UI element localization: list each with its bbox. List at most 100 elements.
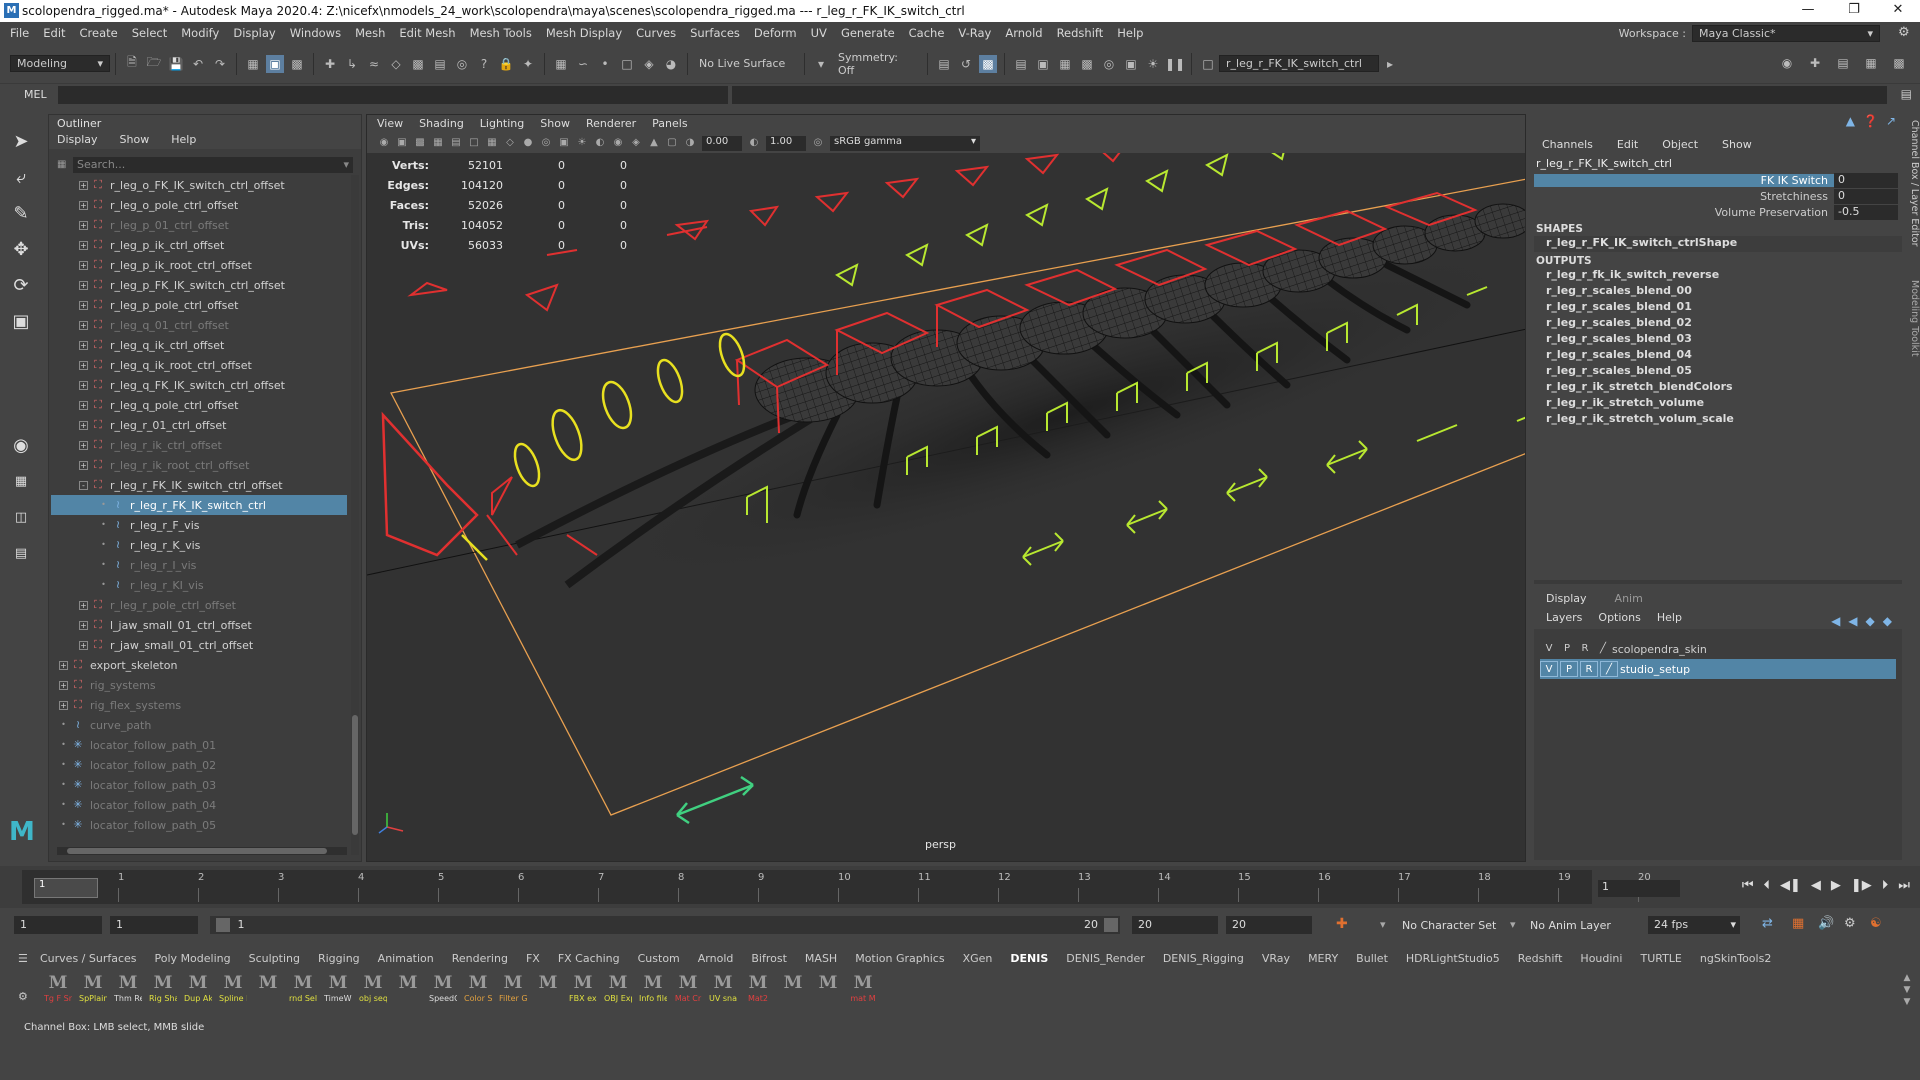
scrollbar-thumb[interactable] [352,715,358,835]
lock-icon[interactable]: 🔒 [497,55,515,73]
menu-redshift[interactable]: Redshift [1057,26,1104,40]
shelf-tab-rigging[interactable]: Rigging [318,952,360,965]
outliner-search-input[interactable]: Search... ▾ [73,157,353,173]
outliner-item[interactable]: + ⛶ r_leg_q_FK_IK_switch_ctrl_offset [51,375,347,395]
menu-generate[interactable]: Generate [841,26,895,40]
viewport-menu-view[interactable]: View [377,117,403,131]
shelf-button[interactable]: MUV snap [709,972,737,1010]
shelf-button[interactable]: M [814,972,842,1010]
shelf-tab-mash[interactable]: MASH [805,952,837,965]
outliner-vertical-scrollbar[interactable] [351,175,359,855]
shelf-tab-animation[interactable]: Animation [378,952,434,965]
menu-uv[interactable]: UV [811,26,827,40]
channel-box-menu-show[interactable]: Show [1722,138,1752,151]
outliner-item[interactable]: + ⛶ r_leg_q_pole_ctrl_offset [51,395,347,415]
gamma-icon[interactable]: ◐ [747,136,761,150]
outliner-item[interactable]: • ✳ locator_follow_path_02 [51,755,347,775]
layer-row[interactable]: V P R ╱ studio_setup [1540,659,1896,679]
outliner-item[interactable]: + ⛶ r_leg_o_pole_ctrl_offset [51,195,347,215]
play-forwards-icon[interactable]: ▶ [1831,878,1841,893]
layout-two-icon[interactable]: ◫ [9,506,33,530]
outliner-item[interactable]: + ⛶ rig_systems [51,675,347,695]
shelf-button[interactable]: Mobj seq [359,972,387,1010]
attribute-name[interactable]: Stretchiness [1534,190,1834,203]
mask-deform-icon[interactable]: ▩ [409,55,427,73]
shelf-tab-denis[interactable]: DENIS [1010,952,1048,965]
modeling-toolkit-icon[interactable]: ✚ [1806,54,1824,72]
history-icon[interactable]: ▤ [935,55,953,73]
step-forward-key-icon[interactable]: ⏵ [1882,878,1889,893]
loop-icon[interactable]: ⇄ [1762,916,1773,931]
shelf-settings-icon[interactable]: ⚙ [18,990,28,1003]
outliner-item[interactable]: + ⛶ r_leg_r_ik_root_ctrl_offset [51,455,347,475]
channel-box-icon[interactable]: ▲ [1846,114,1855,128]
shelf-button[interactable]: M Mat2 [744,972,772,1010]
menu-curves[interactable]: Curves [636,26,676,40]
lights-icon[interactable]: ☀ [575,136,589,150]
menuset-dropdown[interactable]: Modeling ▾ [10,55,110,72]
layer-menu-options[interactable]: Options [1598,611,1640,627]
outliner-item[interactable]: + ⛶ r_leg_q_ik_root_ctrl_offset [51,355,347,375]
shelf-tab-redshift[interactable]: Redshift [1518,952,1563,965]
shelf-button[interactable]: M [254,972,282,1010]
go-to-end-icon[interactable]: ⏭ [1898,878,1910,893]
fps-dropdown[interactable]: 24 fps ▾ [1648,916,1740,934]
outliner-item[interactable]: • ✳ locator_follow_path_01 [51,735,347,755]
shape-node[interactable]: r_leg_r_FK_IK_switch_ctrlShape [1534,236,1902,252]
viewport-menu-renderer[interactable]: Renderer [586,117,636,131]
attribute-value-field[interactable]: -0.5 [1834,204,1898,220]
outliner-item[interactable]: + ⛶ export_skeleton [51,655,347,675]
channel-box-menu-edit[interactable]: Edit [1617,138,1638,151]
attribute-editor-icon[interactable]: ▤ [1834,54,1852,72]
shelf-tab-rendering[interactable]: Rendering [452,952,508,965]
cache-icon[interactable]: ▦ [1792,916,1804,931]
new-scene-icon[interactable]: 🗎 [123,55,141,73]
expand-toggle-icon[interactable]: + [79,420,88,430]
expand-toggle-icon[interactable]: + [79,220,88,230]
shelf-tab-turtle[interactable]: TURTLE [1640,952,1681,965]
exposure-field[interactable]: 0.00 [702,135,742,151]
layer-color-swatch-icon[interactable]: ╱ [1600,661,1618,677]
expand-toggle-icon[interactable]: + [79,360,88,370]
highlight-icon[interactable]: ✦ [519,55,537,73]
output-node[interactable]: r_leg_r_ik_stretch_blendColors [1534,380,1902,396]
mask-render-icon[interactable]: ◎ [453,55,471,73]
outliner-item[interactable]: • ≀ r_leg_r_K_vis [51,535,347,555]
layer-v-toggle[interactable]: V [1540,661,1558,677]
menu-create[interactable]: Create [80,26,118,40]
viewport-menu-lighting[interactable]: Lighting [480,117,524,131]
playback-end-field[interactable]: 20 [1132,916,1218,934]
move-tool-icon[interactable]: ✥ [9,238,33,262]
layer-tab-anim[interactable]: Anim [1615,592,1643,605]
expand-toggle-icon[interactable]: + [79,300,88,310]
output-node[interactable]: r_leg_r_scales_blend_02 [1534,316,1902,332]
image-plane-icon[interactable]: ▦ [431,136,445,150]
gear-icon[interactable]: ⚙ [1898,25,1914,41]
ipr-render-icon[interactable]: ▦ [1056,55,1074,73]
outliner-item[interactable]: • ✳ locator_follow_path_05 [51,815,347,835]
layer-r-toggle[interactable]: R [1576,641,1594,657]
menu-arnold[interactable]: Arnold [1005,26,1042,40]
sign-in-icon[interactable]: ◉ [1778,54,1796,72]
layout-four-icon[interactable]: ▦ [9,470,33,494]
shelf-tab-sculpting[interactable]: Sculpting [249,952,300,965]
expand-toggle-icon[interactable]: + [79,260,88,270]
expand-toggle-icon[interactable]: + [59,680,68,690]
layer-v-toggle[interactable]: V [1540,641,1558,657]
expand-toggle-icon[interactable]: + [79,620,88,630]
snap-curve-icon[interactable]: ∽ [574,55,592,73]
help-icon[interactable]: ❓ [1863,114,1878,128]
script-editor-icon[interactable]: ▤ [1901,87,1912,101]
character-icon[interactable]: ☯ [1870,916,1882,931]
shelf-scroll[interactable]: ▲ ▼ ▼ [1902,972,1912,1010]
mask-dynamics-icon[interactable]: ▤ [431,55,449,73]
preferences-icon[interactable]: ⚙ [1844,916,1856,931]
layer-r-toggle[interactable]: R [1580,661,1598,677]
menu-file[interactable]: File [10,26,29,40]
shelf-button[interactable]: MOBJ Exp [604,972,632,1010]
outliner-item[interactable]: + ⛶ r_leg_p_ik_root_ctrl_offset [51,255,347,275]
outliner-item[interactable]: + ⛶ rig_flex_systems [51,695,347,715]
move-layer-down-icon[interactable]: ◀ [1848,614,1857,628]
shelf-tab-houdini[interactable]: Houdini [1580,952,1622,965]
mask-icon[interactable]: ✚ [321,55,339,73]
